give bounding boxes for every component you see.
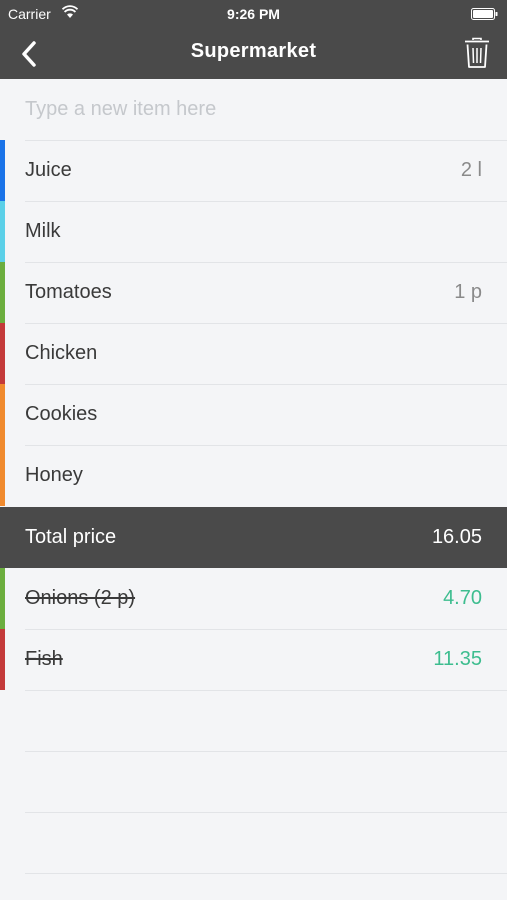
total-price-label: Total price	[25, 526, 117, 548]
purchased-item[interactable]: Fish 11.35	[0, 629, 507, 690]
list-item[interactable]: Cookies	[0, 384, 507, 445]
color-tag	[0, 262, 5, 323]
item-name: Fish	[25, 648, 63, 670]
color-tag	[0, 384, 5, 445]
total-price-bar: Total price 16.05	[0, 507, 507, 568]
item-name: Tomatoes	[25, 281, 112, 303]
header: Carrier 9:26 PM Supermarket	[0, 0, 507, 79]
delete-list-button[interactable]	[457, 33, 497, 73]
divider	[25, 873, 507, 874]
battery-icon	[471, 8, 498, 20]
divider	[25, 751, 507, 752]
purchased-item[interactable]: Onions (2 p) 4.70	[0, 568, 507, 629]
item-name: Onions (2 p)	[25, 587, 136, 609]
list-item[interactable]: Honey	[0, 445, 507, 506]
item-quantity: 1 p	[454, 281, 482, 303]
color-tag	[0, 445, 5, 506]
item-name: Chicken	[25, 342, 98, 364]
item-name: Juice	[25, 159, 72, 181]
list-item[interactable]: Milk	[0, 201, 507, 262]
list-item[interactable]: Chicken	[0, 323, 507, 384]
color-tag	[0, 201, 5, 262]
color-tag	[0, 323, 5, 384]
total-price-value: 16.05	[431, 526, 482, 548]
color-tag	[0, 140, 5, 201]
page-title: Supermarket	[190, 40, 317, 62]
divider	[25, 690, 507, 691]
nav-bar: Supermarket	[0, 28, 507, 79]
item-price: 11.35	[433, 648, 482, 670]
status-time: 9:26 PM	[227, 6, 280, 22]
color-tag	[0, 629, 5, 690]
list-item[interactable]: Juice 2 l	[0, 140, 507, 201]
status-bar: Carrier 9:26 PM	[0, 0, 507, 28]
item-name: Cookies	[25, 403, 98, 425]
divider	[25, 812, 507, 813]
trash-icon	[465, 37, 489, 68]
item-price: 4.70	[443, 587, 482, 609]
color-tag	[0, 568, 5, 629]
item-name: Milk	[25, 220, 61, 242]
item-quantity: 2 l	[460, 159, 482, 181]
item-name: Honey	[25, 464, 83, 486]
new-item-input[interactable]	[25, 79, 507, 140]
list-item[interactable]: Tomatoes 1 p	[0, 262, 507, 323]
